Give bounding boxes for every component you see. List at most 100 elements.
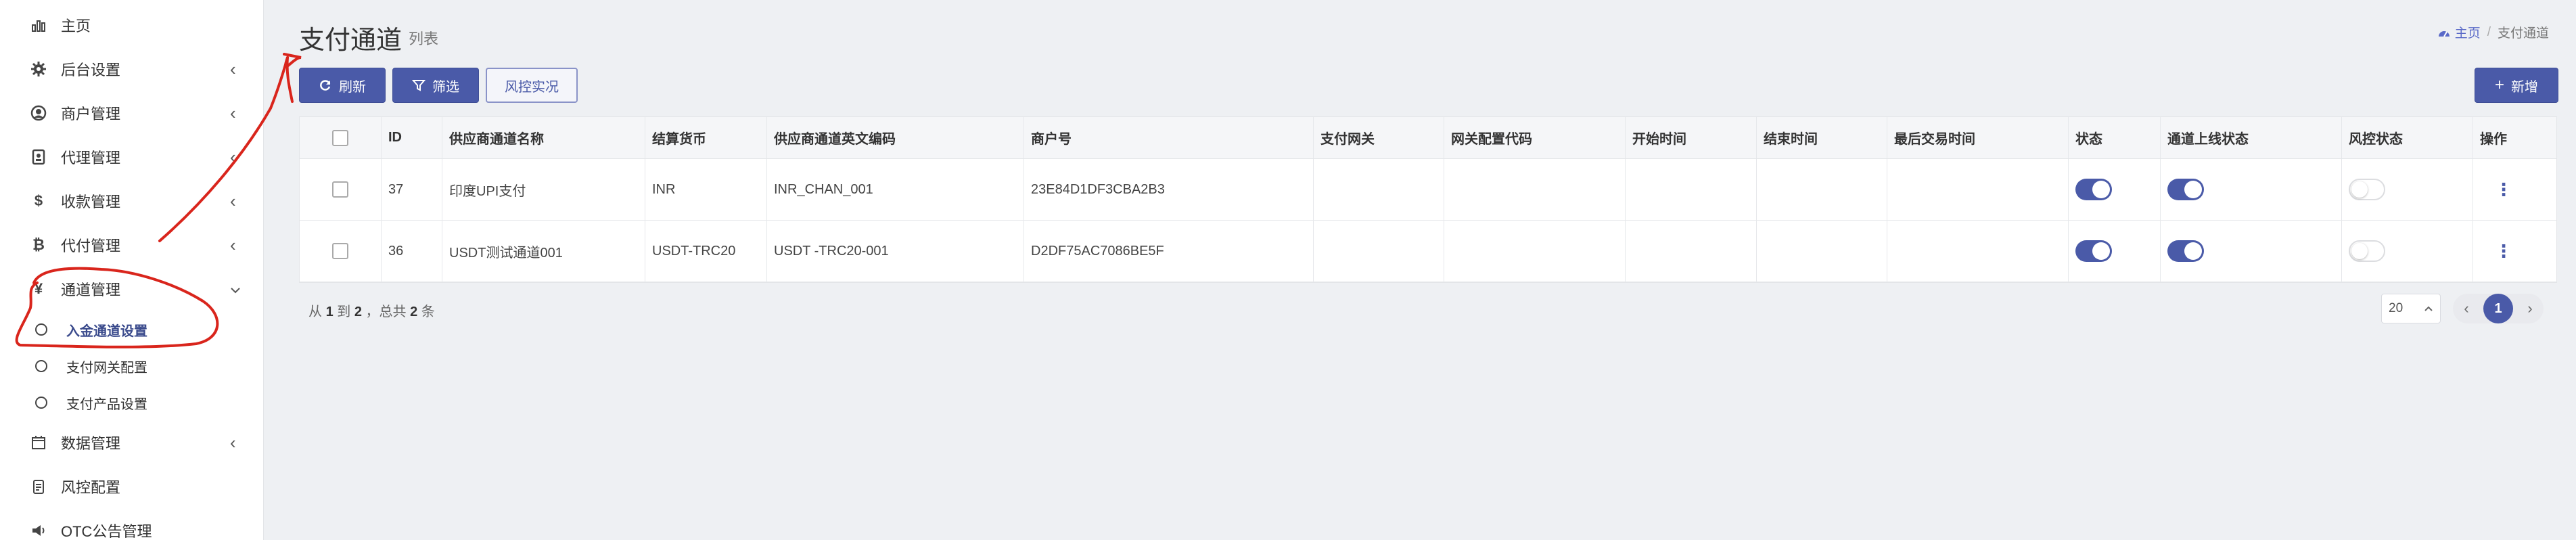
header-start-time[interactable]: 开始时间 [1625, 117, 1756, 158]
circle-icon [35, 360, 47, 372]
bitcoin-icon: ₿ [32, 236, 45, 253]
cell-merchant: D2DF75AC7086BE5F [1024, 221, 1313, 282]
header-actions: 操作 [2472, 117, 2558, 158]
status-toggle[interactable] [2075, 240, 2112, 262]
sidebar-item-label: 代理管理 [61, 150, 121, 166]
main-content: 支付通道 列表 主页 / 支付通道 刷新 筛选 风控实况 + 新增 ID 供应商… [264, 0, 2576, 540]
cell-currency: INR [645, 159, 766, 220]
risk-live-label: 风控实况 [505, 79, 559, 95]
sidebar-item-home[interactable]: 主页 [0, 3, 264, 47]
chevron-left-icon: ‹ [230, 190, 236, 211]
sidebar-item-settings[interactable]: 后台设置 ‹ [0, 47, 264, 91]
filter-label: 筛选 [432, 79, 459, 95]
gear-icon [28, 59, 49, 79]
page-title: 支付通道 [299, 26, 402, 55]
row-checkbox[interactable] [332, 181, 348, 198]
sidebar-item-merchant[interactable]: 商户管理 ‹ [0, 91, 264, 135]
more-vertical-icon[interactable]: ⋮ [2495, 241, 2512, 262]
pagination: ‹ 1 › [2453, 294, 2544, 323]
add-label: 新增 [2511, 79, 2538, 95]
add-button[interactable]: + 新增 [2475, 68, 2558, 103]
sidebar-subitem-label: 支付网关配置 [66, 360, 147, 376]
sidebar-item-label: 通道管理 [61, 282, 121, 298]
risk-live-button[interactable]: 风控实况 [486, 68, 578, 103]
header-online-status[interactable]: 通道上线状态 [2160, 117, 2341, 158]
dollar-icon: $ [34, 192, 43, 209]
cell-actions: ⋮ [2472, 221, 2558, 282]
sidebar-item-label: 收款管理 [61, 194, 121, 210]
pagination-prefix: 从 [308, 305, 322, 319]
online-status-toggle[interactable] [2167, 179, 2204, 200]
sidebar-item-data[interactable]: 数据管理 ‹ [0, 421, 264, 464]
user-circle-icon [28, 103, 49, 123]
more-vertical-icon[interactable]: ⋮ [2495, 179, 2512, 200]
header-select-all[interactable] [300, 117, 381, 158]
header-gateway[interactable]: 支付网关 [1313, 117, 1444, 158]
clipboard-icon [28, 476, 49, 497]
refresh-icon [320, 80, 331, 91]
breadcrumb-home[interactable]: 主页 [2437, 23, 2481, 41]
sidebar-subitem-gateway-config[interactable]: 支付网关配置 [0, 348, 264, 384]
page-subtitle: 列表 [409, 30, 439, 47]
filter-icon [412, 80, 426, 91]
channel-table: ID 供应商通道名称 结算货币 供应商通道英文编码 商户号 支付网关 网关配置代… [299, 116, 2557, 283]
sidebar-item-otc[interactable]: OTC公告管理 [0, 509, 264, 540]
sidebar: 主页 后台设置 ‹ 商户管理 ‹ 代理管理 ‹ $ 收款管理 ‹ ₿ 代付管理 … [0, 0, 264, 540]
sidebar-item-risk[interactable]: 风控配置 [0, 465, 264, 508]
sidebar-subitem-label: 入金通道设置 [66, 323, 147, 339]
pagination-to: 2 [354, 305, 362, 319]
pagination-total-prefix: ，总共 [365, 305, 407, 319]
sidebar-item-label: 后台设置 [61, 62, 121, 78]
pagination-info: 从 1 到 2 ，总共 2 条 [308, 300, 435, 320]
table-row: 37 印度UPI支付 INR INR_CHAN_001 23E84D1DF3CB… [300, 159, 2556, 221]
cell-status [2068, 159, 2160, 220]
sidebar-item-collection[interactable]: $ 收款管理 ‹ [0, 179, 264, 223]
refresh-button[interactable]: 刷新 [299, 68, 386, 103]
header-last-trade[interactable]: 最后交易时间 [1887, 117, 2068, 158]
status-toggle[interactable] [2075, 179, 2112, 200]
sidebar-item-label: 风控配置 [61, 479, 121, 496]
select-all-checkbox[interactable] [332, 129, 348, 146]
breadcrumb-separator: / [2487, 24, 2491, 39]
dashboard-icon [2438, 30, 2450, 37]
cell-currency: USDT-TRC20 [645, 221, 766, 282]
bar-chart-icon [28, 15, 49, 35]
header-name[interactable]: 供应商通道名称 [442, 117, 645, 158]
sidebar-item-payout[interactable]: ₿ 代付管理 ‹ [0, 223, 264, 267]
cell-code: USDT -TRC20-001 [766, 221, 1024, 282]
header-status[interactable]: 状态 [2068, 117, 2160, 158]
sidebar-item-agent[interactable]: 代理管理 ‹ [0, 135, 264, 179]
header-risk-status[interactable]: 风控状态 [2341, 117, 2472, 158]
header-gateway-code[interactable]: 网关配置代码 [1444, 117, 1625, 158]
row-checkbox[interactable] [332, 243, 348, 259]
pagination-total: 2 [410, 305, 418, 319]
pagination-to-word: 到 [337, 305, 351, 319]
breadcrumb-current: 支付通道 [2497, 26, 2549, 41]
sidebar-subitem-deposit-channel[interactable]: 入金通道设置 [0, 311, 264, 348]
risk-status-toggle[interactable] [2349, 240, 2385, 262]
header-id[interactable]: ID [381, 117, 442, 158]
pagination-from: 1 [325, 305, 334, 319]
risk-status-toggle[interactable] [2349, 179, 2385, 200]
next-page-button[interactable]: › [2520, 300, 2540, 317]
online-status-toggle[interactable] [2167, 240, 2204, 262]
table-row: 36 USDT测试通道001 USDT-TRC20 USDT -TRC20-00… [300, 221, 2556, 282]
cell-online-status [2160, 159, 2341, 220]
header-code[interactable]: 供应商通道英文编码 [766, 117, 1024, 158]
row-select[interactable] [300, 221, 381, 282]
row-select[interactable] [300, 159, 381, 220]
header-end-time[interactable]: 结束时间 [1756, 117, 1887, 158]
page-number-current[interactable]: 1 [2483, 294, 2513, 323]
breadcrumb: 主页 / 支付通道 [2437, 23, 2549, 41]
cell-online-status [2160, 221, 2341, 282]
cell-gateway [1313, 159, 1444, 220]
filter-button[interactable]: 筛选 [392, 68, 479, 103]
sidebar-subitem-product-settings[interactable]: 支付产品设置 [0, 384, 264, 421]
page-size-select[interactable]: 20 [2381, 294, 2441, 323]
header-currency[interactable]: 结算货币 [645, 117, 766, 158]
prev-page-button[interactable]: ‹ [2456, 300, 2477, 317]
chevron-left-icon: ‹ [230, 234, 236, 255]
sidebar-item-channel[interactable]: ¥ 通道管理 [0, 267, 264, 311]
header-merchant[interactable]: 商户号 [1024, 117, 1313, 158]
id-card-icon [28, 147, 49, 167]
